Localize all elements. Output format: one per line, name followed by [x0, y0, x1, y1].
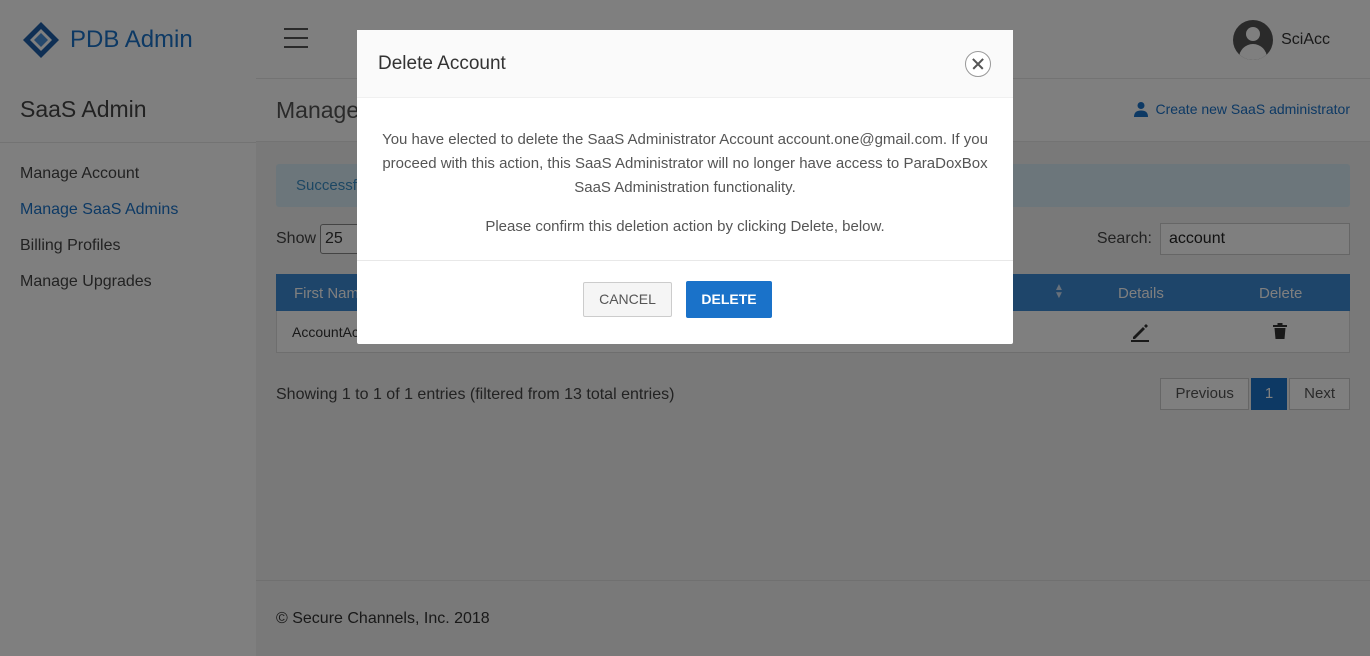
delete-button[interactable]: DELETE [686, 281, 772, 318]
dialog-title: Delete Account [378, 53, 506, 74]
dialog-message: You have elected to delete the SaaS Admi… [382, 131, 988, 196]
close-icon[interactable] [965, 51, 991, 77]
delete-account-dialog: Delete Account You have elected to delet… [357, 30, 1013, 344]
dialog-header: Delete Account [357, 30, 1013, 98]
cancel-button[interactable]: CANCEL [583, 282, 672, 317]
dialog-confirm-text: Please confirm this deletion action by c… [485, 218, 885, 235]
dialog-divider [357, 260, 1013, 261]
